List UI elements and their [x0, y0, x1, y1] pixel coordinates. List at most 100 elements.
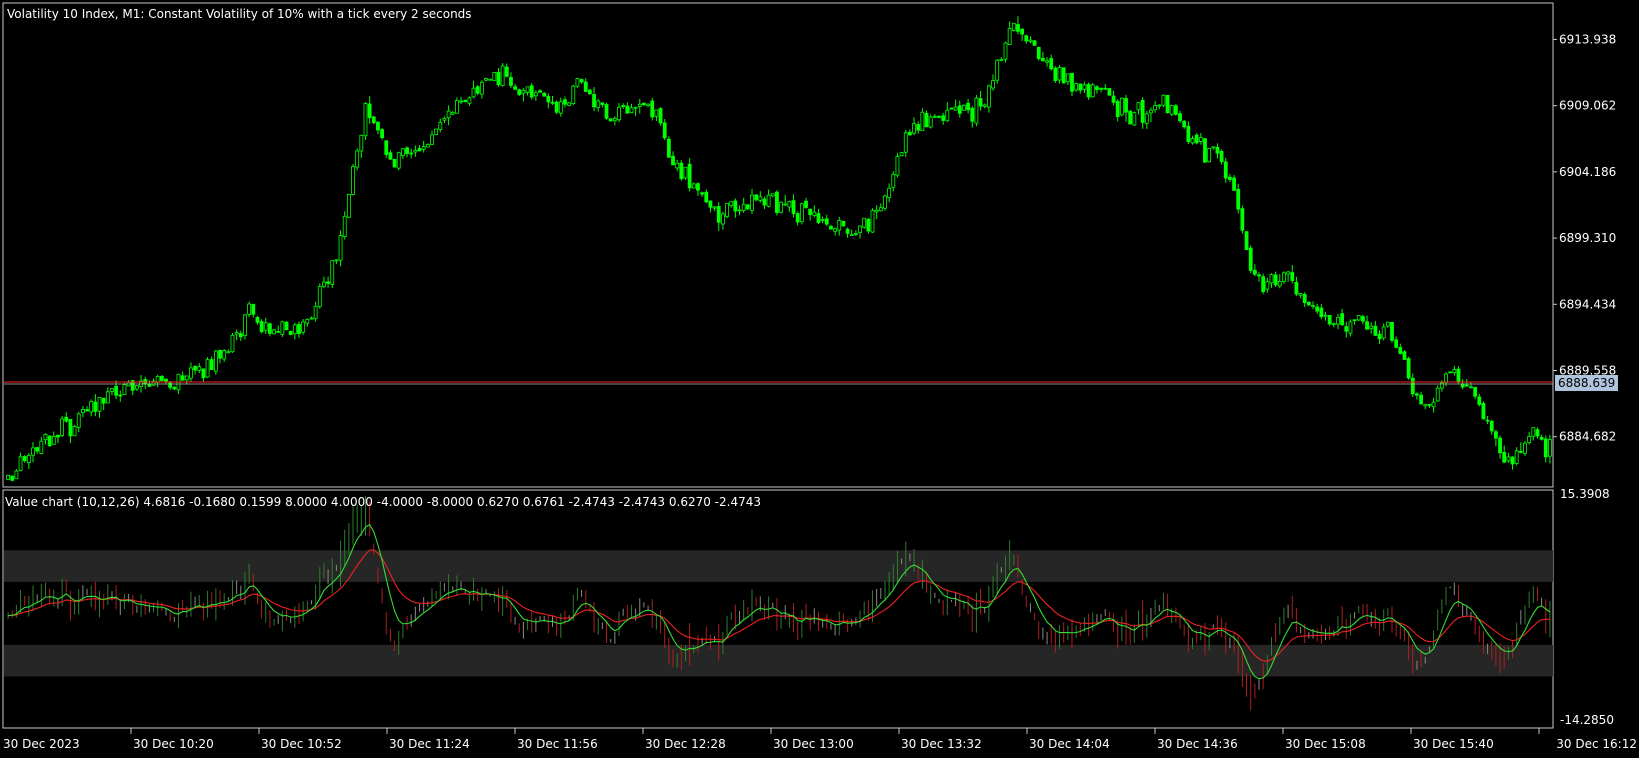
candle-body [783, 203, 788, 206]
candle-body [496, 72, 501, 86]
candle-body [995, 59, 1000, 81]
candle-body [583, 81, 588, 92]
time-axis-label: 30 Dec 14:36 [1157, 737, 1238, 751]
candle-body [367, 103, 372, 119]
candle-body [1477, 396, 1482, 405]
candle-body [791, 200, 796, 214]
time-axis[interactable]: 30 Dec 2023 30 Dec 10:20 30 Dec 10:52 30 De… [3, 728, 1637, 751]
candle-body [529, 85, 534, 98]
candle-body [1057, 67, 1062, 81]
candle-body [400, 148, 405, 157]
oscillator-axis[interactable]: 15.3908 -14.2850 [1560, 487, 1614, 727]
candle-body [384, 140, 389, 155]
candle-body [962, 104, 966, 111]
candle-body [18, 456, 23, 471]
candle-body [43, 433, 48, 441]
candle-body [193, 366, 197, 371]
candle-body [442, 117, 447, 121]
candle-body [1473, 387, 1478, 397]
candle-body [1136, 102, 1141, 111]
candle-body [226, 351, 231, 354]
candle-body [243, 314, 247, 336]
candle-body [691, 183, 696, 189]
candle-body [255, 316, 260, 323]
candle-body [1336, 316, 1340, 325]
candle-body [941, 115, 946, 121]
trading-chart[interactable]: Volatility 10 Index, M1: Constant Volati… [0, 0, 1639, 758]
candle-body [1036, 46, 1041, 60]
candle-body [625, 105, 630, 114]
candle-body [1290, 272, 1295, 281]
candle-body [388, 152, 393, 160]
candle-body [754, 194, 759, 201]
candle-body [1244, 231, 1249, 251]
candle-body [733, 200, 738, 212]
candle-body [122, 384, 127, 396]
candle-body [621, 105, 626, 107]
candle-body [974, 97, 979, 124]
candle-body [463, 99, 468, 102]
candle-body [446, 110, 451, 119]
osc-band-lower [4, 644, 1553, 677]
candle-body [829, 225, 833, 230]
candle-body [500, 65, 505, 86]
candle-body [758, 196, 763, 201]
osc-band-upper [4, 550, 1553, 582]
candle-body [1074, 83, 1079, 91]
candle-body [1344, 326, 1349, 332]
candle-body [617, 106, 621, 121]
candle-body [1348, 321, 1353, 334]
candle-body [542, 92, 547, 97]
candle-body [874, 209, 879, 213]
candle-body [1198, 137, 1203, 142]
candle-body [351, 166, 355, 195]
candle-body [1423, 404, 1428, 407]
candle-body [1315, 306, 1320, 312]
candle-body [1435, 387, 1440, 402]
candle-body [999, 59, 1004, 61]
candle-body [68, 419, 73, 437]
candle-body [799, 203, 804, 223]
candle-body [85, 409, 89, 412]
candle-body [1377, 333, 1382, 340]
candle-body [1169, 105, 1174, 115]
candle-body [970, 107, 975, 122]
candle-body [1302, 294, 1307, 304]
candle-body [1485, 419, 1490, 422]
candle-body [450, 112, 455, 115]
candle-body [1020, 28, 1025, 35]
candle-body [1390, 321, 1394, 341]
candle-body [895, 156, 900, 176]
candle-body [1369, 325, 1374, 329]
candle-body [1095, 86, 1099, 91]
candle-body [1402, 351, 1407, 360]
time-axis-label: 30 Dec 16:12 [1556, 737, 1637, 751]
candle-body [159, 375, 164, 381]
candle-body [268, 323, 272, 334]
candle-body [1456, 368, 1461, 383]
candle-body [475, 86, 480, 94]
candle-body [1086, 84, 1091, 98]
candle-body [222, 349, 227, 360]
candle-body [1041, 57, 1045, 62]
candle-body [80, 409, 85, 414]
candle-body [533, 92, 538, 97]
candle-body [1228, 176, 1232, 180]
candle-body [1381, 326, 1386, 339]
candle-body [56, 434, 60, 438]
candle-body [1331, 323, 1336, 326]
candle-body [1514, 450, 1519, 464]
candle-body [380, 129, 385, 139]
candle-body [820, 219, 825, 222]
candle-body [1157, 104, 1162, 107]
candle-body [114, 385, 119, 396]
candle-body [737, 209, 742, 212]
candle-body [1194, 134, 1199, 144]
candle-body [1082, 84, 1087, 90]
candle-body [330, 260, 335, 285]
candle-body [550, 101, 555, 104]
candle-body [1211, 146, 1216, 149]
candle-body [1061, 67, 1066, 84]
candle-body [658, 108, 663, 124]
candle-body [513, 86, 517, 90]
